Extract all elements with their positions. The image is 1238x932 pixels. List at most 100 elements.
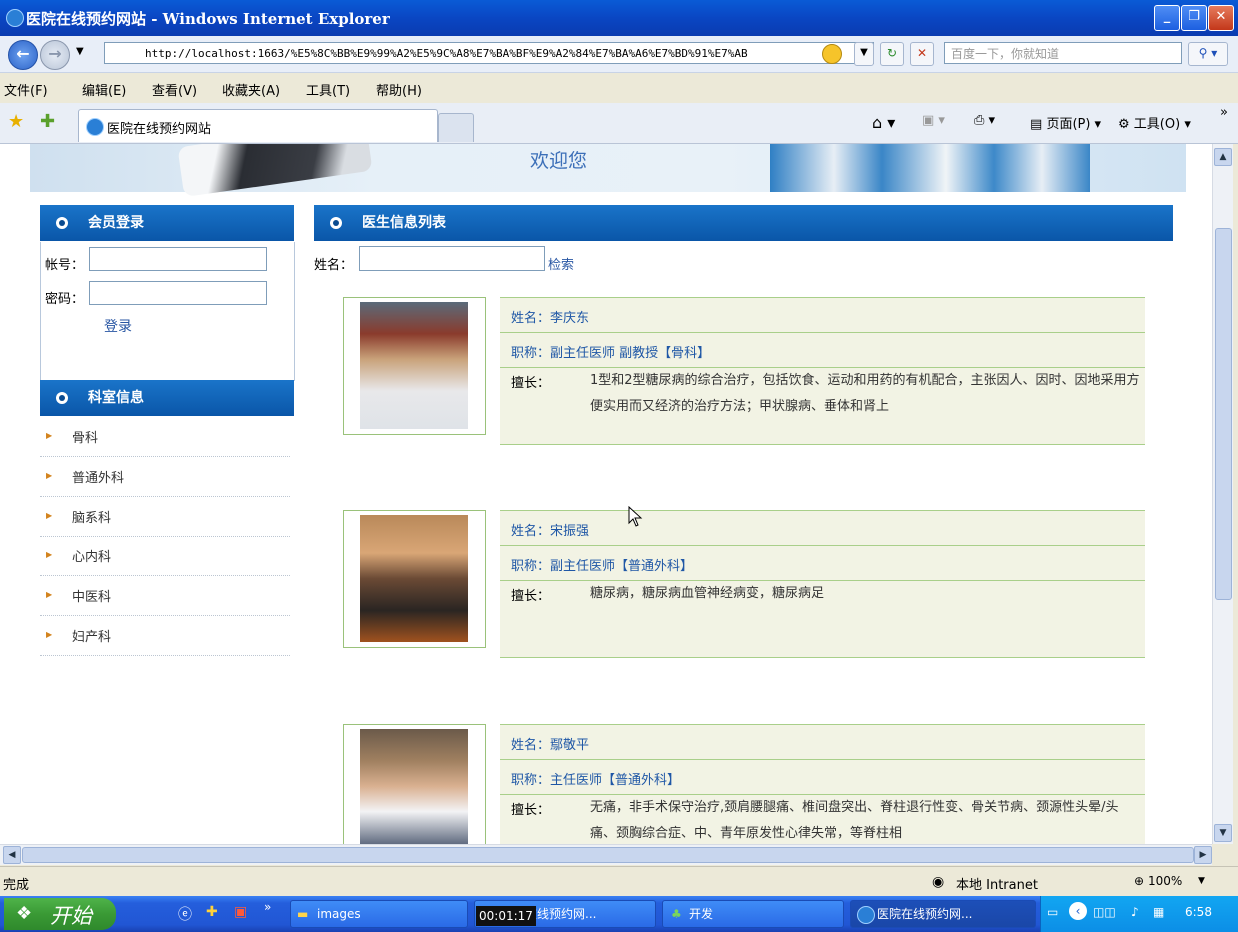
search-icon[interactable]: ⚲ ▾ [1188, 42, 1228, 66]
forward-button[interactable]: → [40, 40, 70, 70]
restore-button[interactable]: ❐ [1181, 5, 1207, 31]
menu-tools[interactable]: 工具(T) [306, 80, 350, 99]
scroll-down-icon[interactable]: ▼ [1214, 824, 1232, 842]
bullet-icon [56, 217, 68, 229]
doctor-photo[interactable] [343, 297, 486, 435]
tab-bar: ★ ✚ 医院在线预约网站 ⌂ ▾ ▣ ▾ ⎙ ▾ ▤ 页面(P) ▾ ⚙ 工具(… [0, 103, 1238, 144]
arrow-bullet-icon: ▶ [46, 511, 53, 520]
task-images[interactable]: ▬ images [290, 900, 468, 928]
account-label: 帐号： [45, 258, 85, 273]
security-zone[interactable]: 本地 Intranet [956, 874, 1038, 893]
department-item[interactable]: ▶ 心内科 [40, 536, 290, 576]
folder-icon: ▬ [297, 907, 309, 921]
address-dropdown-icon[interactable]: ▼ [854, 42, 874, 66]
start-button[interactable]: ❖ 开始 [4, 898, 116, 930]
home-icon[interactable]: ⌂ ▾ [872, 113, 895, 132]
search-link[interactable]: 检索 [548, 254, 574, 273]
scroll-up-icon[interactable]: ▲ [1214, 148, 1232, 166]
tray-app-icon[interactable]: ▦ [1153, 905, 1164, 919]
menu-favorites[interactable]: 收藏夹(A) [222, 80, 280, 99]
bullet-icon [330, 217, 342, 229]
doctor-name-input[interactable] [359, 246, 545, 271]
history-dropdown-icon[interactable]: ▼ [76, 46, 84, 57]
new-tab-button[interactable] [438, 113, 474, 142]
tray-volume-icon[interactable]: ♪ [1131, 905, 1139, 919]
tree-icon: ♣ [671, 907, 682, 921]
login-button[interactable]: 登录 [104, 316, 132, 336]
address-input[interactable]: http://localhost:1663/%E5%8C%BB%E9%99%A2… [104, 42, 874, 64]
doctor-specialty-row: 擅长： 糖尿病，糖尿病血管神经病变，糖尿病足 [500, 580, 1145, 658]
vertical-scroll-thumb[interactable] [1215, 228, 1232, 600]
windows-logo-icon: ❖ [16, 903, 33, 924]
feeds-icon[interactable]: ▣ ▾ [922, 113, 945, 128]
page-viewport: 欢迎您 会员登录 帐号： 密码： 登录 科室信息 ▶ 骨科 ▶ 普通外科 ▶ 脑系科 … [0, 144, 1212, 844]
quicklaunch-media-icon[interactable]: ▣ [234, 904, 247, 920]
doctor-photo[interactable] [343, 724, 486, 844]
welcome-text: 欢迎您 [530, 150, 588, 172]
menu-edit[interactable]: 编辑(E) [82, 80, 126, 99]
zoom-level[interactable]: 100% [1148, 874, 1182, 888]
menu-view[interactable]: 查看(V) [152, 80, 197, 99]
zoom-dropdown-icon[interactable]: ▼ [1198, 876, 1205, 886]
password-input[interactable] [89, 281, 267, 305]
minimize-button[interactable]: _ [1154, 5, 1180, 31]
doctor-name-label: 姓名： [314, 258, 354, 273]
menu-file[interactable]: 文件(F) [4, 80, 48, 99]
tab-label: 医院在线预约网站 [107, 122, 212, 137]
department-item[interactable]: ▶ 脑系科 [40, 497, 290, 537]
banner-doctors-image [770, 144, 1090, 192]
tools-menu-button[interactable]: ⚙ 工具(O) ▾ [1118, 113, 1191, 132]
page-icon: ▤ [1030, 117, 1043, 132]
doctor-photo[interactable] [343, 510, 486, 648]
recording-timer: 00:01:17 [476, 906, 536, 926]
banner-device-image [177, 144, 373, 197]
add-favorite-icon[interactable]: ✚ [40, 111, 55, 132]
page-menu-button[interactable]: ▤ 页面(P) ▾ [1030, 113, 1101, 132]
refresh-icon[interactable]: ↻ [880, 42, 904, 66]
quicklaunch-icon[interactable]: ✚ [206, 904, 218, 920]
quicklaunch-ie-icon[interactable]: ⓔ [178, 904, 192, 924]
horizontal-scrollbar[interactable]: ◀ ▶ [0, 844, 1212, 865]
vertical-scrollbar[interactable]: ▲ ▼ [1212, 144, 1233, 844]
doctor-card: 姓名：鄢敬平 职称：主任医师【普通外科】 擅长： 无痛，非手术保守治疗,颈肩腰腿… [343, 724, 1145, 844]
tab-ie-icon [86, 118, 104, 136]
doctor-name-row: 姓名：宋振强 [500, 510, 1145, 545]
doctor-title-row: 职称：副主任医师【普通外科】 [500, 545, 1145, 580]
quicklaunch-more-icon[interactable]: » [264, 900, 271, 914]
doctor-specialty-row: 擅长： 无痛，非手术保守治疗,颈肩腰腿痛、椎间盘突出、脊柱退行性变、骨关节病、颈… [500, 794, 1145, 844]
print-icon[interactable]: ⎙ ▾ [974, 113, 995, 128]
arrow-bullet-icon: ▶ [46, 550, 53, 559]
favorites-star-icon[interactable]: ★ [8, 111, 24, 132]
task-dev[interactable]: ♣ 开发 [662, 900, 844, 928]
stop-icon[interactable]: ✕ [910, 42, 934, 66]
department-item[interactable]: ▶ 普通外科 [40, 457, 290, 497]
back-button[interactable]: ← [8, 40, 38, 70]
scroll-left-icon[interactable]: ◀ [3, 846, 21, 864]
title-bar[interactable]: 医院在线预约网站 - Windows Internet Explorer _ ❐… [0, 0, 1238, 36]
search-input[interactable]: 百度一下，你就知道 [944, 42, 1182, 64]
department-item[interactable]: ▶ 骨科 [40, 417, 290, 457]
close-button[interactable]: ✕ [1208, 5, 1234, 31]
intranet-globe-icon: ◉ [932, 874, 945, 890]
scroll-right-icon[interactable]: ▶ [1194, 846, 1212, 864]
menu-help[interactable]: 帮助(H) [376, 80, 422, 99]
password-label: 密码： [45, 292, 85, 307]
doctor-card: 姓名：宋振强 职称：副主任医师【普通外科】 擅长： 糖尿病，糖尿病血管神经病变，… [343, 510, 1145, 660]
account-input[interactable] [89, 247, 267, 271]
horizontal-scroll-thumb[interactable] [22, 847, 1194, 863]
clock[interactable]: 6:58 [1185, 905, 1212, 919]
tray-network-icon[interactable]: ◫◫ [1093, 905, 1116, 919]
departments-header: 科室信息 [40, 380, 294, 416]
tray-keyboard-icon[interactable]: ▭ [1047, 905, 1058, 919]
doctor-specialty-row: 擅长： 1型和2型糖尿病的综合治疗，包括饮食、运动和用药的有机配合，主张因人、因… [500, 367, 1145, 445]
tab-hospital-site[interactable]: 医院在线预约网站 [78, 109, 438, 142]
compatibility-icon[interactable] [822, 44, 842, 64]
task-ie-window-active[interactable]: 医院在线预约网... [850, 900, 1036, 928]
chevron-more-icon[interactable]: » [1220, 105, 1228, 120]
tray-expand-icon[interactable]: ‹ [1069, 902, 1087, 920]
department-item[interactable]: ▶ 妇产科 [40, 616, 290, 656]
taskbar: ❖ 开始 ⓔ ✚ ▣ » ▬ images ▣ 医院在线预约网... ♣ 开发 … [0, 896, 1238, 932]
doctor-title-row: 职称：副主任医师 副教授【骨科】 [500, 332, 1145, 367]
doctor-title-row: 职称：主任医师【普通外科】 [500, 759, 1145, 794]
department-item[interactable]: ▶ 中医科 [40, 576, 290, 616]
